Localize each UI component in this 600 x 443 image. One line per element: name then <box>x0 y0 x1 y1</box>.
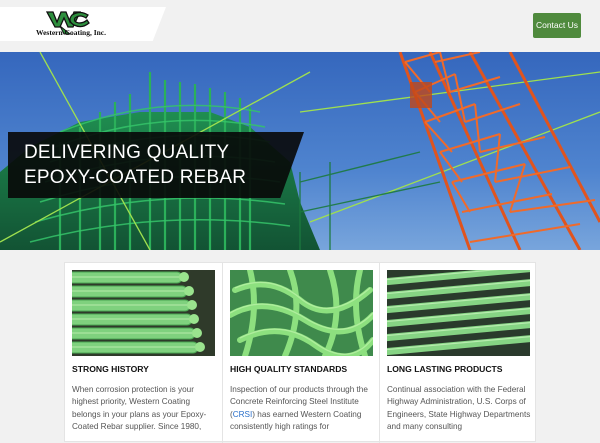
card-image-rebar-pile <box>230 270 373 356</box>
card-high-quality-standards: HIGH QUALITY STANDARDS Inspection of our… <box>222 263 379 443</box>
card-body-text: When corrosion protection is your highes… <box>72 385 207 432</box>
card-body-text: Inspection of our products through the C… <box>230 384 376 434</box>
card-image-rebar-rows <box>72 270 215 356</box>
card-strong-history: STRONG HISTORY When corrosion protection… <box>65 263 222 443</box>
feature-cards: STRONG HISTORY When corrosion protection… <box>64 262 536 443</box>
hero-headline-line-1: DELIVERING QUALITY <box>24 142 230 163</box>
card-long-lasting-products: LONG LASTING PRODUCTS Continual associat… <box>379 263 536 443</box>
logo[interactable]: Western Coating, Inc. <box>0 7 166 41</box>
hero-headline-line-2: EPOXY-COATED REBAR <box>24 167 247 188</box>
card-title: STRONG HISTORY <box>72 364 149 374</box>
card-image-rebar-bundle <box>387 270 530 356</box>
card-title: HIGH QUALITY STANDARDS <box>230 364 348 374</box>
card-title: LONG LASTING PRODUCTS <box>387 364 503 374</box>
contact-us-button[interactable]: Contact Us <box>533 13 581 38</box>
crsi-link[interactable]: CRSI <box>233 410 253 419</box>
site-header: Western Coating, Inc. Contact Us <box>0 0 600 52</box>
hero-banner-section: DELIVERING QUALITY EPOXY-COATED REBAR <box>0 52 600 250</box>
card-body-text: Continual association with the Federal H… <box>387 385 531 432</box>
logo-text: Western Coating, Inc. <box>36 28 106 37</box>
